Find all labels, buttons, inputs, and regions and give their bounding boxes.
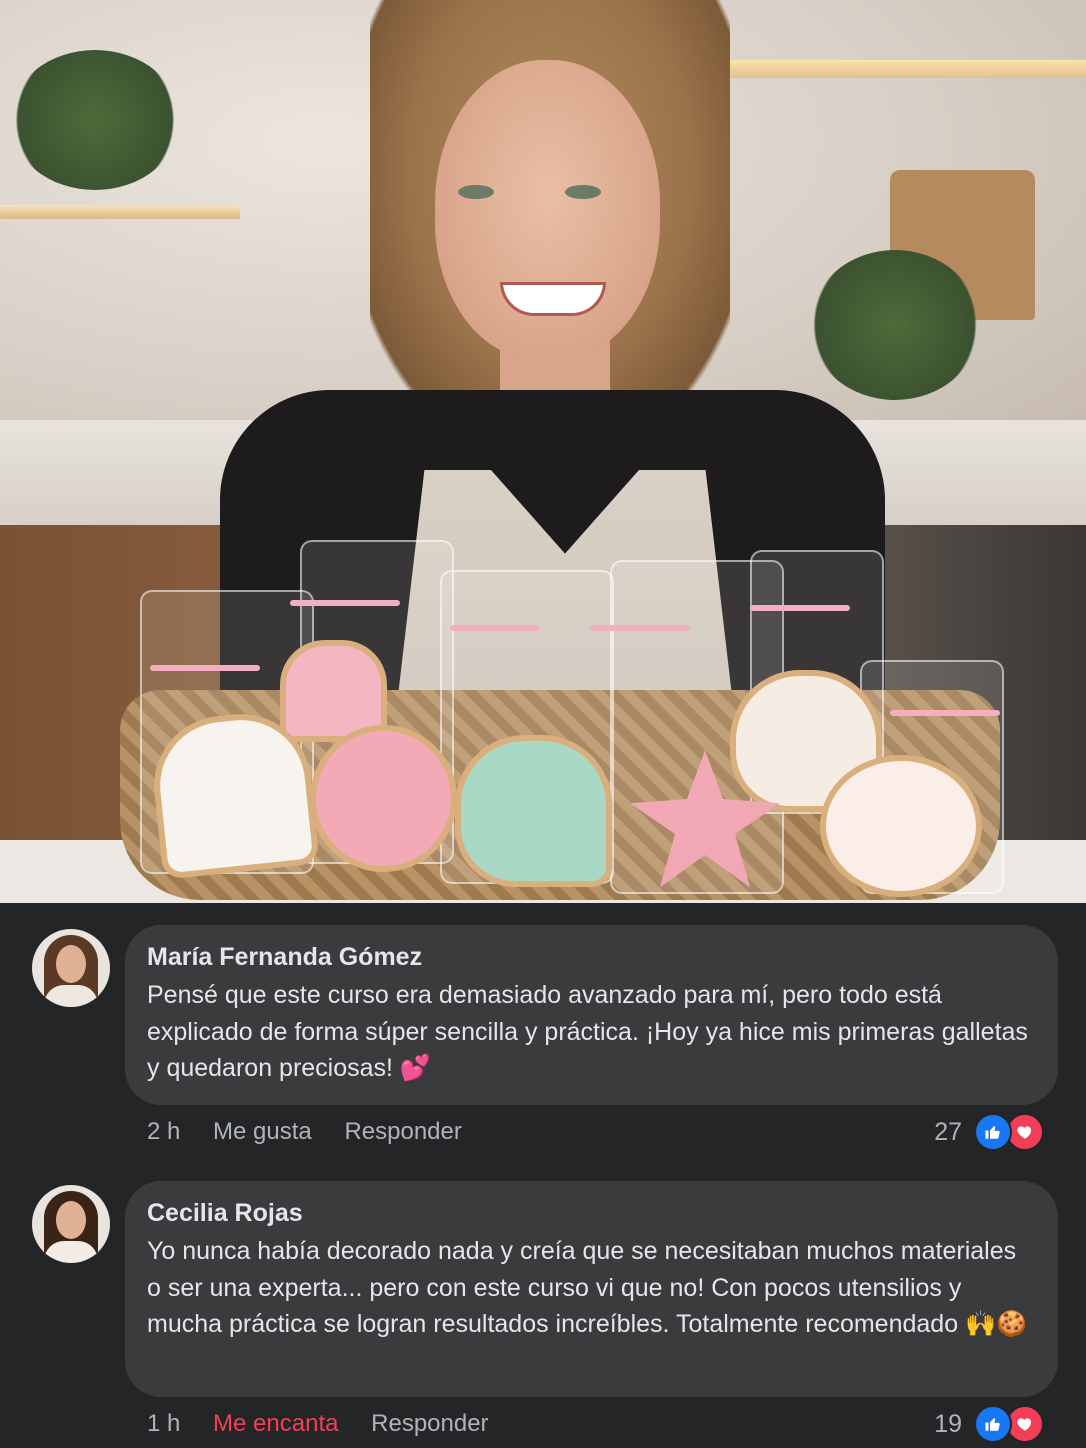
reply-button[interactable]: Responder: [371, 1410, 488, 1437]
comment-author[interactable]: María Fernanda Gómez: [147, 941, 1036, 973]
like-button[interactable]: Me gusta: [213, 1118, 312, 1145]
comments-section: María Fernanda Gómez Pensé que este curs…: [0, 903, 1086, 1448]
shelf: [0, 205, 240, 219]
reaction-count: 19: [934, 1409, 962, 1438]
thumbs-up-icon: [974, 1405, 1012, 1443]
ribbon: [150, 665, 260, 671]
reactions-summary[interactable]: 27: [934, 1113, 1044, 1151]
post-photo[interactable]: [0, 0, 1086, 903]
ribbon: [450, 625, 540, 631]
avatar[interactable]: [32, 929, 110, 1007]
ribbon: [750, 605, 850, 611]
reaction-count: 27: [934, 1117, 962, 1146]
comment-author[interactable]: Cecilia Rojas: [147, 1197, 1036, 1229]
avatar-face: [56, 1201, 86, 1239]
comment-bubble[interactable]: María Fernanda Gómez Pensé que este curs…: [125, 925, 1058, 1105]
cookie-flower: [310, 725, 457, 872]
ribbon: [290, 600, 400, 606]
avatar-face: [56, 945, 86, 983]
love-reaction-button[interactable]: Me encanta: [213, 1410, 338, 1437]
plant: [10, 50, 180, 190]
cookie-heart-mint: [455, 735, 612, 887]
reply-button[interactable]: Responder: [344, 1118, 461, 1145]
reactions-summary[interactable]: 19: [934, 1405, 1044, 1443]
ribbon: [890, 710, 1000, 716]
thumbs-up-icon: [974, 1113, 1012, 1151]
comment-bubble[interactable]: Cecilia Rojas Yo nunca había decorado na…: [125, 1181, 1058, 1397]
comment-time[interactable]: 2 h: [147, 1118, 180, 1145]
avatar-body: [44, 1241, 98, 1263]
comment-actions: 2 h Me gusta Responder: [147, 1118, 488, 1146]
person-eye: [458, 185, 494, 199]
person-eye: [565, 185, 601, 199]
plant: [810, 250, 980, 400]
comment-time[interactable]: 1 h: [147, 1410, 180, 1437]
cookie-round: [820, 755, 982, 897]
comment-actions: 1 h Me encanta Responder: [147, 1410, 515, 1438]
comment-text: Yo nunca había decorado nada y creía que…: [147, 1237, 1028, 1338]
comment-text: Pensé que este curso era demasiado avanz…: [147, 981, 1028, 1082]
avatar-body: [44, 985, 98, 1007]
avatar[interactable]: [32, 1185, 110, 1263]
ribbon: [590, 625, 690, 631]
